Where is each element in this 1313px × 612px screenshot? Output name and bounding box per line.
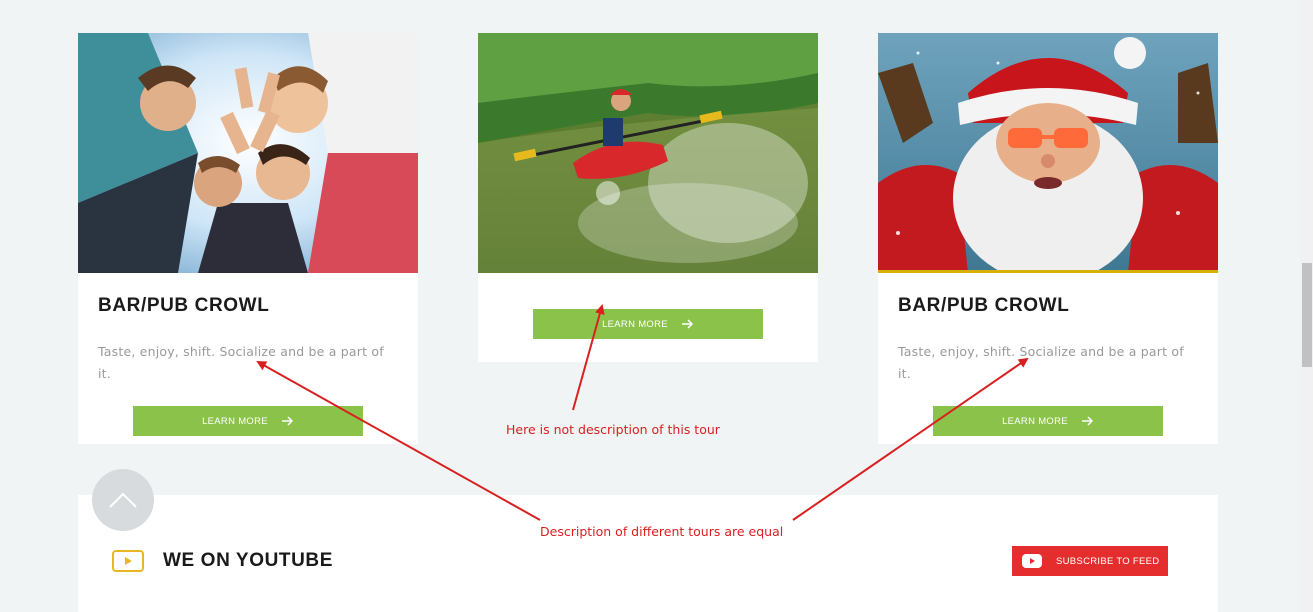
- subscribe-to-feed-button[interactable]: SUBSCRIBE TO FEED: [1012, 546, 1168, 576]
- tour-card-2-body: LEARN MORE: [478, 273, 818, 359]
- learn-more-label: LEARN MORE: [602, 318, 668, 330]
- tour-title[interactable]: BAR/PUB CROWL: [98, 295, 398, 317]
- youtube-section: WE ON YOUTUBE SUBSCRIBE TO FEED: [78, 495, 1218, 612]
- tour-card-2-image[interactable]: [478, 33, 818, 273]
- tour-card-3: BAR/PUB CROWL Taste, enjoy, shift. Socia…: [878, 33, 1218, 444]
- youtube-logo-icon: [1022, 554, 1042, 568]
- tour-card-3-image[interactable]: [878, 33, 1218, 273]
- tour-title[interactable]: BAR/PUB CROWL: [898, 295, 1198, 317]
- tour-card-1: BAR/PUB CROWL Taste, enjoy, shift. Socia…: [78, 33, 418, 444]
- youtube-section-title: WE ON YOUTUBE: [163, 550, 334, 571]
- scrollbar[interactable]: [1300, 0, 1313, 612]
- arrow-right-icon: [1081, 416, 1094, 426]
- chevron-up-icon: [109, 492, 137, 508]
- tour-card-1-image[interactable]: [78, 33, 418, 273]
- tour-description: Taste, enjoy, shift. Socialize and be a …: [98, 344, 384, 381]
- annotation-equal-descriptions: Description of different tours are equal: [540, 524, 784, 539]
- friends-selfie-photo: [78, 33, 418, 273]
- arrow-right-icon: [681, 319, 694, 329]
- annotation-missing-description: Here is not description of this tour: [506, 422, 720, 437]
- scroll-to-top-button[interactable]: [92, 469, 154, 531]
- kayak-river-photo: [478, 33, 818, 273]
- santa-sunglasses-photo: [878, 33, 1218, 270]
- play-icon: [112, 550, 144, 578]
- scrollbar-thumb[interactable]: [1302, 263, 1312, 367]
- learn-more-button[interactable]: LEARN MORE: [933, 406, 1163, 436]
- tour-card-1-body: BAR/PUB CROWL Taste, enjoy, shift. Socia…: [78, 273, 418, 456]
- arrow-right-icon: [281, 416, 294, 426]
- tour-card-2: LEARN MORE: [478, 33, 818, 362]
- tour-card-3-body: BAR/PUB CROWL Taste, enjoy, shift. Socia…: [878, 273, 1218, 456]
- learn-more-label: LEARN MORE: [202, 415, 268, 427]
- subscribe-label: SUBSCRIBE TO FEED: [1056, 555, 1160, 567]
- learn-more-label: LEARN MORE: [1002, 415, 1068, 427]
- learn-more-button[interactable]: LEARN MORE: [533, 309, 763, 339]
- tour-description: Taste, enjoy, shift. Socialize and be a …: [898, 344, 1184, 381]
- learn-more-button[interactable]: LEARN MORE: [133, 406, 363, 436]
